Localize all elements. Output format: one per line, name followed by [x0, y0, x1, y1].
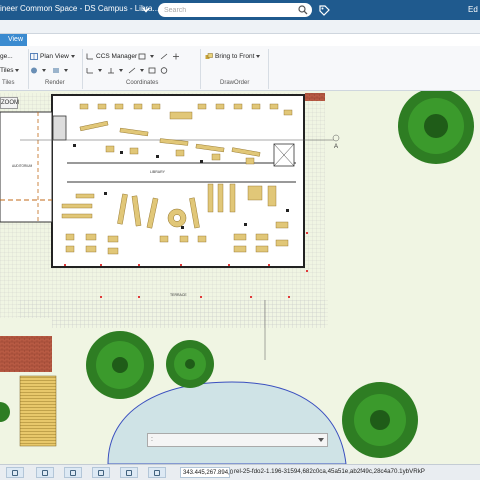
app-window: ineer Common Space - DS Campus - Libra..… [0, 0, 480, 480]
axis-z-icon[interactable] [128, 67, 136, 74]
search-icon[interactable] [298, 5, 308, 15]
grid-icon [42, 470, 48, 476]
status-identifier: rel-25-fdo2-1.196-31594,682c0ca,45a51e,a… [234, 468, 425, 475]
document-title: ineer Common Space - DS Campus - Libra..… [0, 4, 160, 13]
ribbon-separator [82, 49, 83, 89]
chevron-down-icon[interactable] [141, 5, 151, 15]
caret-icon [15, 68, 20, 72]
ccs-tools-row [138, 52, 182, 62]
zoom-button[interactable]: ZOOM [0, 97, 19, 109]
ribbon-item-image-label: ge... [0, 53, 13, 60]
axis-y-icon[interactable] [107, 67, 115, 74]
osnap-icon [126, 470, 132, 476]
group-label-render: Render [45, 80, 65, 86]
exterior-stairs [19, 375, 57, 447]
ccs-manager-label: CCS Manager [96, 53, 138, 60]
chevron-down-icon[interactable] [318, 438, 324, 442]
axis-x-icon[interactable] [86, 67, 94, 74]
ccs-tools-row-2 [86, 66, 170, 76]
caret-icon [150, 54, 154, 58]
floor-plan-drawing: AUDITORIUM LIBRARY TERRACE A [0, 91, 474, 464]
world-icon[interactable] [160, 67, 168, 74]
user-initials[interactable]: Ed [468, 5, 478, 14]
ccs-manager-button[interactable]: CCS Manager [86, 52, 137, 62]
bring-to-front-button[interactable]: Bring to Front [205, 52, 261, 62]
group-label-coordinates: Coordinates [126, 80, 159, 86]
water-feature [107, 381, 347, 464]
caret-icon [118, 68, 123, 72]
ribbon-item-image[interactable]: ge... [0, 52, 13, 62]
brick-wall-strip [305, 93, 325, 101]
polar-toggle[interactable] [92, 467, 110, 478]
tree-southeast [342, 382, 418, 458]
tag-icon[interactable] [318, 4, 330, 16]
caret-icon [63, 68, 68, 72]
brick-patio [0, 336, 52, 372]
coordinate-system-icon [86, 53, 93, 60]
tab-view[interactable]: View [0, 34, 27, 46]
status-bar: 343.445,267.894,0 rel-25-fdo2-1.196-3159… [0, 464, 480, 480]
grid-toggle[interactable] [36, 467, 54, 478]
origin-icon[interactable] [172, 53, 180, 60]
caret-icon [42, 68, 46, 72]
grid-icon [30, 52, 38, 60]
stair-core [52, 115, 67, 141]
auditorium-label: AUDITORIUM [12, 164, 32, 168]
round-table [167, 208, 187, 228]
plan-view-label: Plan View [40, 53, 69, 60]
ribbon-separator [200, 49, 201, 89]
terrace-paving-south [18, 300, 328, 328]
side-walk [0, 318, 52, 336]
tree-south [166, 340, 214, 388]
shrub-west [0, 402, 10, 422]
title-bar: ineer Common Space - DS Campus - Libra..… [0, 0, 480, 20]
caret-icon [70, 54, 75, 58]
render-options-button[interactable] [30, 66, 68, 76]
snap-icon [12, 470, 18, 476]
render-icon [31, 67, 37, 74]
drawing-canvas[interactable]: AUDITORIUM LIBRARY TERRACE A [0, 91, 480, 464]
axis-icon[interactable] [160, 53, 168, 60]
search-input[interactable] [164, 4, 292, 16]
caret-icon [98, 68, 102, 72]
library-building [51, 94, 305, 268]
ucs-icon[interactable] [138, 53, 146, 60]
caret-icon [139, 68, 144, 72]
bring-to-front-label: Bring to Front [215, 53, 255, 60]
bring-to-front-icon [205, 53, 213, 59]
ribbon-item-tiles-label: Tiles [0, 67, 14, 74]
group-label-draworder: DrawOrder [220, 80, 250, 86]
library-label: LIBRARY [150, 170, 166, 174]
command-prompt: : [151, 436, 153, 443]
search-field[interactable] [158, 3, 312, 17]
coordinates-readout: 343.445,267.894,0 [180, 467, 233, 478]
ortho-icon [70, 470, 76, 476]
osnap-toggle[interactable] [120, 467, 138, 478]
lineweight-toggle[interactable] [148, 467, 166, 478]
terrace-label: TERRACE [170, 293, 187, 297]
ribbon-separator [28, 49, 29, 89]
section-marker-label: A [334, 144, 338, 150]
plan-view-button[interactable]: Plan View [30, 52, 75, 62]
polar-icon [98, 470, 104, 476]
group-label-tiles: Tiles [2, 80, 15, 86]
ribbon-separator [268, 49, 269, 89]
ortho-toggle[interactable] [64, 467, 82, 478]
ribbon-item-tiles[interactable]: Tiles [0, 66, 20, 76]
snap-toggle[interactable] [6, 467, 24, 478]
command-line[interactable]: : [147, 433, 328, 447]
caret-icon [256, 54, 261, 58]
shape-icon [52, 67, 59, 73]
lineweight-icon [154, 470, 160, 476]
tree-southwest [86, 331, 154, 399]
view-icon[interactable] [148, 67, 156, 74]
tree-northeast [398, 91, 474, 164]
ribbon-tab-strip [0, 20, 480, 34]
section-marker-circle [332, 134, 340, 142]
